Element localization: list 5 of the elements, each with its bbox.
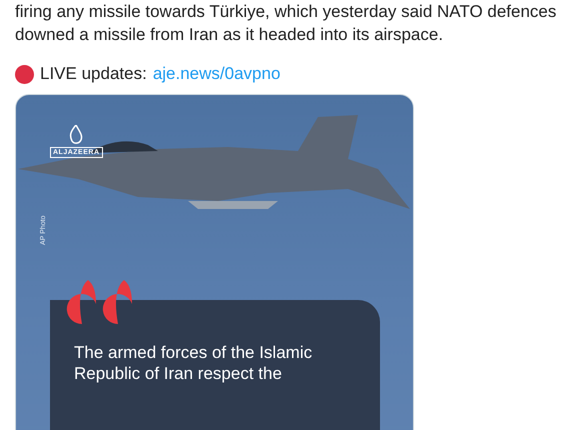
post-text: firing any missile towards Türkiye, which yesterday said NATO defences downed a missile from Iran as it headed into its airspace.: [15, 1, 558, 46]
live-label: LIVE updates:: [40, 64, 147, 84]
quote-text: The armed forces of the Islamic Republic of Iran respect the: [74, 342, 314, 384]
live-indicator-icon: [15, 64, 34, 84]
logo-icon: [67, 125, 86, 145]
